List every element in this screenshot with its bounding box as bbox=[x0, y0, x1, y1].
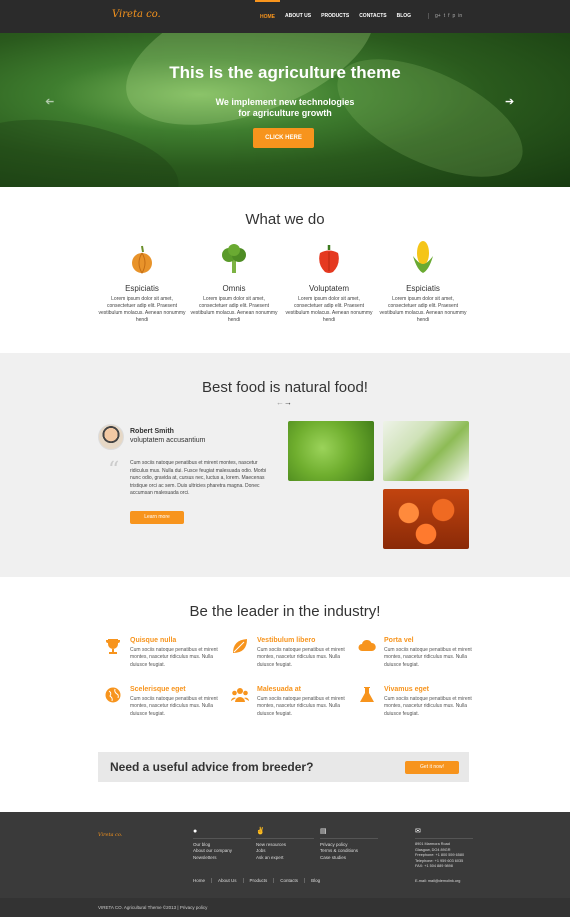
flask-icon bbox=[360, 687, 374, 702]
leader-item-title: Quisque nulla bbox=[130, 637, 177, 644]
footer-contacts: ✉ 8901 Marmora Road Glasgow, DO4 89GR Fr… bbox=[415, 828, 473, 870]
arrow-right-icon[interactable]: ➔ bbox=[505, 95, 514, 108]
leaf-icon bbox=[233, 639, 247, 653]
nav-products[interactable]: PRODUCTS bbox=[316, 0, 354, 33]
address-line: FAX: +1 504 889 9898 bbox=[415, 864, 453, 869]
pinterest-icon[interactable]: p bbox=[452, 13, 455, 19]
footer-link[interactable]: Newsletters bbox=[193, 855, 251, 861]
people-icon bbox=[231, 688, 249, 702]
corn-icon bbox=[378, 240, 468, 274]
footer-email[interactable]: E-mail: mail@demolink.org bbox=[415, 878, 460, 884]
footer-nav: Home About Us Products Contacts Blog bbox=[193, 878, 326, 883]
speech-bubble-icon: ● bbox=[193, 828, 251, 839]
testimonial-prev-icon[interactable]: ← bbox=[276, 398, 284, 407]
arrow-left-icon[interactable]: ➔ bbox=[45, 95, 54, 108]
get-it-now-button[interactable]: Get it now! bbox=[405, 761, 459, 774]
globe-icon bbox=[105, 687, 121, 703]
leader-title: Be the leader in the industry! bbox=[189, 603, 381, 620]
quote-icon: “ bbox=[108, 458, 120, 483]
footer-column-resources: ✌ New resources Jobs Ask an expert bbox=[256, 828, 314, 861]
nav-contacts[interactable]: CONTACTS bbox=[354, 0, 391, 33]
footer-nav-home[interactable]: Home bbox=[193, 878, 213, 883]
feature-title: Voluptatem bbox=[308, 284, 350, 293]
feature-text: Lorem ipsum dolor sit amet, consectetuer… bbox=[379, 296, 467, 323]
best-food-title: Best food is natural food! bbox=[202, 379, 368, 396]
feature-item: Voluptatem Lorem ipsum dolor sit amet, c… bbox=[284, 240, 374, 324]
feature-text: Lorem ipsum dolor sit amet, consectetuer… bbox=[190, 296, 278, 323]
thumbs-up-icon: ✌ bbox=[256, 828, 314, 839]
leader-item-title: Vivamus eget bbox=[384, 686, 430, 693]
what-we-do-title: What we do bbox=[245, 211, 325, 228]
learn-more-button[interactable]: Learn more bbox=[130, 511, 184, 524]
footer-link[interactable]: Case studies bbox=[320, 855, 378, 861]
feature-item: Omnis Lorem ipsum dolor sit amet, consec… bbox=[189, 240, 279, 324]
footer-logo[interactable]: Vireta co. bbox=[98, 832, 122, 838]
click-here-button[interactable]: CLICK HERE bbox=[253, 128, 314, 148]
leader-item-title: Vestibulum libero bbox=[257, 637, 316, 644]
cloud-icon bbox=[358, 639, 376, 651]
footer-link[interactable]: Ask an expert bbox=[256, 855, 314, 861]
green-apple-photo[interactable] bbox=[288, 421, 374, 481]
google-plus-icon[interactable]: g+ bbox=[435, 13, 441, 19]
hero-title: This is the agriculture theme bbox=[169, 63, 401, 82]
leader-item: Scelerisque eget Cum sociis natoque pena… bbox=[104, 686, 219, 718]
footer-bottom-bar bbox=[0, 898, 570, 917]
testimonial-next-icon[interactable]: → bbox=[284, 398, 292, 407]
leader-item: Quisque nulla Cum sociis natoque penatib… bbox=[104, 637, 219, 669]
leader-item-text: Cum sociis natoque penatibus et mirent m… bbox=[130, 696, 218, 717]
envelope-icon: ✉ bbox=[415, 828, 473, 839]
testimonial-name: Robert Smith bbox=[130, 428, 174, 435]
footer-nav-contacts[interactable]: Contacts bbox=[274, 878, 306, 883]
avatar bbox=[98, 424, 124, 450]
broccoli-icon bbox=[189, 240, 279, 274]
hero-subtitle-line: We implement new technologies bbox=[215, 97, 355, 107]
copyright: VIRETA CO. Agricultural Theme ©2013 | Pr… bbox=[98, 905, 208, 910]
leader-item-text: Cum sociis natoque penatibus et mirent m… bbox=[257, 696, 345, 717]
tomatoes-photo[interactable] bbox=[383, 489, 469, 549]
linkedin-icon[interactable]: in bbox=[458, 13, 462, 19]
testimonial-role: voluptatem accusantium bbox=[130, 437, 206, 444]
document-icon: ▤ bbox=[320, 828, 378, 839]
twitter-icon[interactable]: t bbox=[444, 13, 445, 19]
leader-item-text: Cum sociis natoque penatibus et mirent m… bbox=[384, 647, 472, 668]
hero-subtitle-line: for agriculture growth bbox=[238, 108, 332, 118]
advice-text: Need a useful advice from breeder? bbox=[110, 760, 314, 774]
nav-home[interactable]: HOME bbox=[255, 0, 280, 33]
footer-column-blog: ● Our blog About our company Newsletters bbox=[193, 828, 251, 861]
footer-column-policy: ▤ Privacy policy Terms & conditions Case… bbox=[320, 828, 378, 861]
leader-item-title: Porta vel bbox=[384, 637, 414, 644]
footer-nav-about[interactable]: About Us bbox=[212, 878, 244, 883]
main-nav: HOME ABOUT US PRODUCTS CONTACTS BLOG bbox=[255, 0, 416, 33]
leader-item-text: Cum sociis natoque penatibus et mirent m… bbox=[257, 647, 345, 668]
hero-subtitle: We implement new technologies for agricu… bbox=[185, 97, 385, 119]
feature-item: Espiciatis Lorem ipsum dolor sit amet, c… bbox=[378, 240, 468, 324]
feature-title: Espiciatis bbox=[406, 284, 440, 293]
trophy-icon bbox=[106, 639, 120, 654]
leader-item-text: Cum sociis natoque penatibus et mirent m… bbox=[130, 647, 218, 668]
cucumber-photo[interactable] bbox=[383, 421, 469, 481]
footer-nav-products[interactable]: Products bbox=[244, 878, 275, 883]
feature-item: Espiciatis Lorem ipsum dolor sit amet, c… bbox=[97, 240, 187, 324]
social-links: g+ t f p in bbox=[428, 13, 462, 19]
facebook-icon[interactable]: f bbox=[448, 13, 449, 19]
nav-about[interactable]: ABOUT US bbox=[280, 0, 316, 33]
leader-item: Vestibulum libero Cum sociis natoque pen… bbox=[231, 637, 346, 669]
testimonial-text: Cum sociis natoque penatibus et mirent m… bbox=[130, 460, 267, 497]
leader-item: Porta vel Cum sociis natoque penatibus e… bbox=[358, 637, 473, 669]
footer-nav-blog[interactable]: Blog bbox=[305, 878, 326, 883]
leader-item: Malesuada at Cum sociis natoque penatibu… bbox=[231, 686, 346, 718]
onion-icon bbox=[97, 240, 187, 274]
leader-item-text: Cum sociis natoque penatibus et mirent m… bbox=[384, 696, 472, 717]
feature-title: Omnis bbox=[222, 284, 246, 293]
logo[interactable]: Vireta co. bbox=[112, 9, 161, 20]
leader-item: Vivamus eget Cum sociis natoque penatibu… bbox=[358, 686, 473, 718]
leader-item-title: Scelerisque eget bbox=[130, 686, 186, 693]
feature-text: Lorem ipsum dolor sit amet, consectetuer… bbox=[285, 296, 373, 323]
pepper-icon bbox=[284, 240, 374, 274]
feature-title: Espiciatis bbox=[125, 284, 159, 293]
leader-item-title: Malesuada at bbox=[257, 686, 301, 693]
nav-blog[interactable]: BLOG bbox=[392, 0, 416, 33]
feature-text: Lorem ipsum dolor sit amet, consectetuer… bbox=[98, 296, 186, 323]
